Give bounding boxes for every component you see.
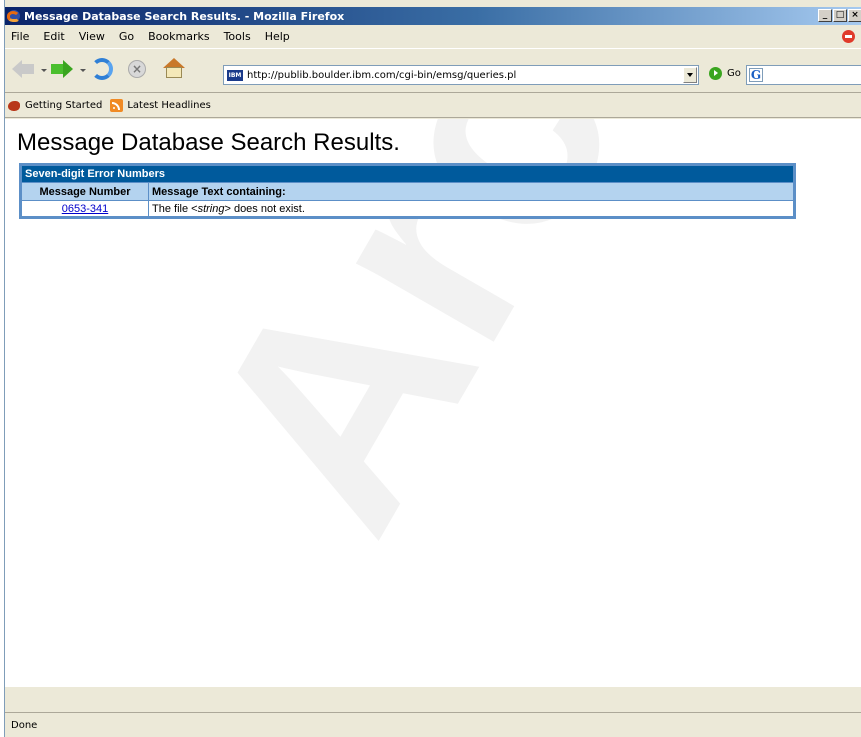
column-header-message-text: Message Text containing: <box>148 182 795 201</box>
bookmark-label: Getting Started <box>25 100 103 111</box>
menu-bookmarks[interactable]: Bookmarks <box>141 30 216 43</box>
menu-file[interactable]: File <box>5 30 36 43</box>
menu-edit[interactable]: Edit <box>36 30 71 43</box>
maximize-button[interactable]: □ <box>833 9 847 22</box>
forward-history-dropdown-icon[interactable] <box>80 69 86 72</box>
window-controls: _ □ × <box>817 9 861 22</box>
menu-tools[interactable]: Tools <box>217 30 258 43</box>
message-number-cell: 0653-341 <box>20 200 149 218</box>
message-number-link[interactable]: 0653-341 <box>62 203 109 215</box>
close-button[interactable]: × <box>848 9 861 22</box>
bookmark-label: Latest Headlines <box>127 100 211 111</box>
status-bar: Done <box>5 712 861 737</box>
google-search-icon[interactable]: G <box>749 68 763 82</box>
table-caption: Seven-digit Error Numbers <box>20 164 795 183</box>
page-content: Archived Message Database Search Results… <box>5 119 861 687</box>
message-text-after: > does not exist. <box>224 202 305 215</box>
menu-bar: File Edit View Go Bookmarks Tools Help <box>5 26 861 47</box>
url-history-dropdown-icon[interactable] <box>683 67 697 83</box>
bookmark-latest-headlines[interactable]: Latest Headlines <box>106 99 215 112</box>
column-header-message-number: Message Number <box>20 182 149 201</box>
stop-icon[interactable]: × <box>128 60 146 78</box>
address-bar[interactable]: IBM http://publib.boulder.ibm.com/cgi-bi… <box>223 65 699 85</box>
url-text[interactable]: http://publib.boulder.ibm.com/cgi-bin/em… <box>247 70 683 81</box>
search-input[interactable]: G <box>746 65 861 85</box>
navigation-toolbar: × IBM http://publib.boulder.ibm.com/cgi-… <box>5 48 861 93</box>
browser-window: Message Database Search Results. - Mozil… <box>4 0 861 737</box>
message-text-placeholder: string <box>197 202 225 215</box>
results-table: Seven-digit Error Numbers Message Number… <box>19 163 796 219</box>
minimize-button[interactable]: _ <box>818 9 832 22</box>
go-button[interactable]: Go <box>709 67 741 80</box>
message-text-cell: The file <string> does not exist. <box>148 200 795 218</box>
page-title: Message Database Search Results. <box>17 129 400 156</box>
menu-go[interactable]: Go <box>112 30 141 43</box>
firefox-icon <box>7 9 21 23</box>
reload-icon[interactable] <box>91 58 113 80</box>
bookmarks-toolbar: Getting Started Latest Headlines <box>5 94 861 118</box>
menu-view[interactable]: View <box>72 30 112 43</box>
forward-arrow-icon[interactable] <box>51 58 73 80</box>
status-text: Done <box>11 720 38 731</box>
firefox-icon <box>8 100 20 112</box>
message-text-before: The file < <box>152 202 198 215</box>
window-title: Message Database Search Results. - Mozil… <box>24 9 345 23</box>
home-icon[interactable] <box>163 58 185 80</box>
activity-indicator-icon <box>842 29 858 45</box>
menu-help[interactable]: Help <box>258 30 297 43</box>
go-label: Go <box>727 68 741 79</box>
go-arrow-icon <box>709 67 722 80</box>
site-favicon-icon: IBM <box>227 69 243 81</box>
back-history-dropdown-icon[interactable] <box>41 69 47 72</box>
back-arrow-icon[interactable] <box>12 58 34 80</box>
bookmark-getting-started[interactable]: Getting Started <box>5 100 106 112</box>
rss-icon <box>110 99 124 112</box>
table-row: 0653-341 The file <string> does not exis… <box>20 200 795 218</box>
title-bar: Message Database Search Results. - Mozil… <box>5 7 861 25</box>
